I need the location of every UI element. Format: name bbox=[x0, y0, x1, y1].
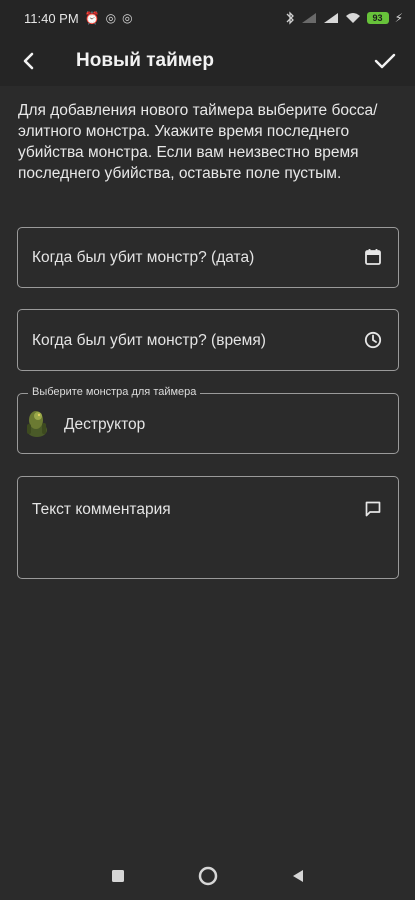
status-right: 93 ⚡ bbox=[285, 11, 403, 25]
wifi-icon bbox=[345, 13, 360, 23]
monster-select-value: Деструктор bbox=[64, 416, 146, 433]
signal-icon bbox=[301, 13, 316, 23]
charging-icon: ⚡ bbox=[394, 11, 403, 25]
comment-icon bbox=[362, 498, 384, 520]
kill-date-placeholder: Когда был убит монстр? (дата) bbox=[32, 249, 255, 266]
monster-avatar bbox=[27, 411, 47, 437]
monster-select[interactable]: Выберите монстра для таймера Деструктор bbox=[17, 386, 399, 454]
monster-select-label: Выберите монстра для таймера bbox=[28, 386, 201, 398]
status-bar: 11:40 PM ⏰ ◎ ◎ 93 ⚡ bbox=[0, 0, 415, 36]
comment-placeholder: Текст комментария bbox=[32, 501, 171, 518]
triangle-back-icon bbox=[292, 870, 303, 882]
comment-field[interactable]: Текст комментария bbox=[17, 476, 399, 579]
kill-time-placeholder: Когда был убит монстр? (время) bbox=[32, 332, 266, 349]
bluetooth-icon bbox=[286, 11, 294, 25]
page-title: Новый таймер bbox=[76, 50, 214, 71]
arrow-back-icon bbox=[23, 52, 34, 70]
kill-time-field[interactable]: Когда был убит монстр? (время) bbox=[17, 309, 399, 371]
circle-icon bbox=[198, 866, 217, 886]
kill-date-field[interactable]: Когда был убит монстр? (дата) bbox=[17, 227, 399, 288]
description-text: Для добавления нового таймера выберите б… bbox=[18, 102, 378, 182]
home-button[interactable] bbox=[194, 862, 222, 890]
calendar-icon[interactable] bbox=[362, 246, 384, 268]
battery-icon: 93 bbox=[366, 12, 389, 24]
alarm-icon: ⏰ bbox=[84, 11, 100, 25]
notification-icon: ◎ bbox=[105, 11, 117, 25]
check-icon bbox=[374, 53, 396, 69]
confirm-button[interactable] bbox=[367, 43, 403, 79]
signal-icon-2 bbox=[323, 13, 338, 23]
back-button[interactable] bbox=[0, 36, 56, 86]
notification-icon-2: ◎ bbox=[122, 11, 133, 25]
recents-button[interactable] bbox=[104, 862, 132, 890]
navigation-bar bbox=[0, 852, 415, 900]
app-bar: Новый таймер bbox=[0, 36, 415, 86]
square-icon bbox=[111, 870, 124, 882]
clock-icon[interactable] bbox=[362, 329, 384, 351]
back-nav-button[interactable] bbox=[284, 862, 312, 890]
status-time: 11:40 PM bbox=[24, 10, 79, 26]
status-left: 11:40 PM ⏰ ◎ ◎ bbox=[24, 11, 133, 26]
